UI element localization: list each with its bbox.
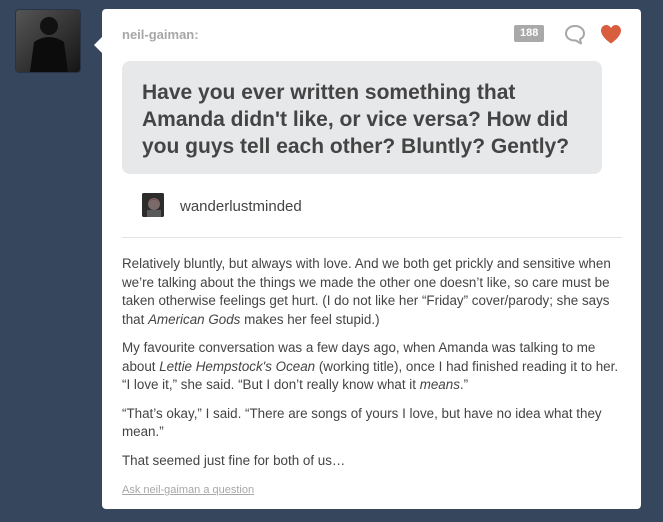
answer-emphasis: American Gods <box>148 311 241 327</box>
notes-count-badge[interactable]: 188 <box>514 25 545 42</box>
author-avatar-image <box>16 10 80 72</box>
author-avatar[interactable] <box>16 10 80 72</box>
speech-bubble-icon[interactable] <box>564 23 586 45</box>
post-username[interactable]: neil-gaiman: <box>122 27 199 42</box>
ask-question-link[interactable]: Ask neil-gaiman a question <box>122 484 254 496</box>
answer-paragraph: My favourite conversation was a few days… <box>122 339 627 395</box>
answer-emphasis: means <box>419 377 460 392</box>
divider <box>122 237 622 238</box>
asker-name[interactable]: wanderlustminded <box>180 198 302 215</box>
answer-paragraph: That seemed just fine for both of us… <box>122 452 346 468</box>
answer-text: .” <box>459 377 469 392</box>
post-pointer <box>94 37 102 53</box>
asker-avatar[interactable] <box>142 193 164 217</box>
answer-paragraph: “That’s okay,” I said. “There are songs … <box>122 405 602 440</box>
question-box: Have you ever written something that Ama… <box>122 61 602 174</box>
answer-body: Relatively bluntly, but always with love… <box>122 255 627 480</box>
heart-icon[interactable] <box>599 23 623 45</box>
answer-emphasis: Lettie Hempstock's Ocean <box>159 358 316 374</box>
post-card: neil-gaiman: 188 Have you ever written s… <box>94 9 641 509</box>
answer-paragraph: Relatively bluntly, but always with love… <box>122 255 627 329</box>
answer-text: makes her feel stupid.) <box>240 311 380 327</box>
question-text: Have you ever written something that Ama… <box>142 81 570 158</box>
